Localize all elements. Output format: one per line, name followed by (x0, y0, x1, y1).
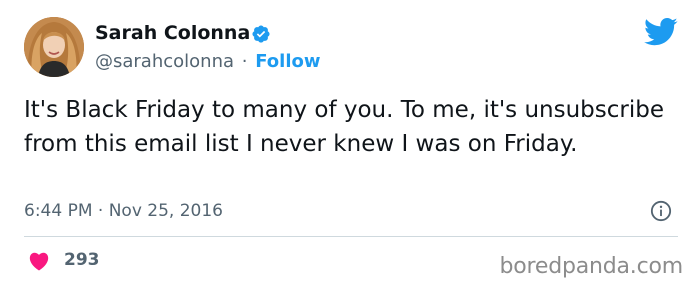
follow-button[interactable]: Follow (255, 51, 320, 72)
handle-separator: · (241, 51, 248, 72)
author-name[interactable]: Sarah Colonna (95, 21, 250, 45)
verified-badge-icon (252, 25, 270, 43)
handle-row: @sarahcolonna · Follow (95, 50, 321, 74)
tweet-timestamp[interactable]: 6:44 PM · Nov 25, 2016 (24, 199, 223, 223)
heart-icon[interactable] (28, 251, 50, 271)
tweet-text: It's Black Friday to many of you. To me,… (24, 97, 665, 157)
avatar[interactable] (24, 17, 84, 77)
twitter-bird-icon[interactable] (644, 17, 678, 47)
watermark: boredpanda.com (499, 254, 683, 279)
divider (24, 236, 678, 237)
tweet-card: Sarah Colonna @sarahcolonna · Follow It'… (0, 0, 700, 288)
like-count[interactable]: 293 (64, 248, 100, 272)
info-icon[interactable] (650, 200, 672, 222)
avatar-photo (24, 17, 84, 77)
author-handle[interactable]: @sarahcolonna (95, 51, 234, 72)
